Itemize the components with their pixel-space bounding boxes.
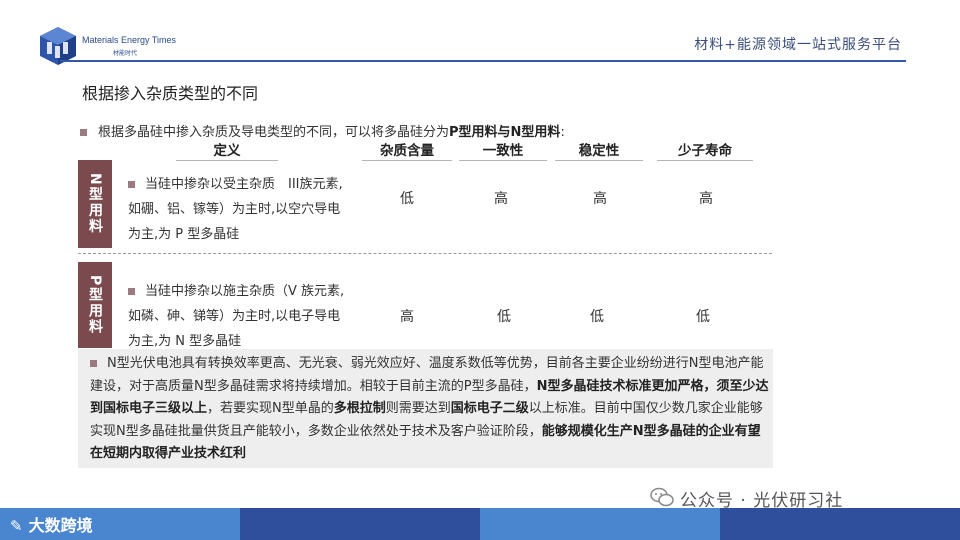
footer-brand: ✎ 大数跨境 [10,512,93,536]
wechat-icon [650,487,674,507]
table-cell: 低 [497,309,511,325]
table-cell: 高 [494,191,508,207]
bullet-square-icon [90,360,97,367]
header-definition: 定义 [213,143,241,159]
table-cell: 低 [400,191,414,207]
header-consistency: 一致性 [482,143,524,159]
bullet-square-icon [128,181,135,188]
header-underline [555,160,643,161]
header-underline [657,160,753,161]
logo-chinese-text: 材能时代 [113,50,138,57]
intro-line: 根据多晶硅中掺入杂质及导电类型的不同，可以将多晶硅分为P型用料与N型用料: [80,121,565,140]
brand-mark-icon: ✎ [10,517,23,535]
header-impurity: 杂质含量 [380,143,434,159]
table-cell: 低 [696,309,710,325]
table-cell: 高 [593,191,607,207]
row-definition: 当硅中掺杂以受主杂质 III族元素,如硼、铝、镓等）为主时,以空穴导电为主,为 … [128,172,353,247]
row-separator [78,253,772,254]
row-definition-text: 当硅中掺杂以施主杂质（V 族元素,如磷、砷、锑等）为主时,以电子导电为主,为 N… [128,284,345,349]
header-stability: 稳定性 [578,143,620,159]
table-cell: 高 [699,191,713,207]
platform-slogan: 材料+能源领域一站式服务平台 [694,37,902,53]
header-divider [60,60,906,62]
intro-prefix: 根据多晶硅中掺入杂质及导电类型的不同，可以将多晶硅分为 [98,125,450,140]
row-definition-text: 当硅中掺杂以受主杂质 III族元素,如硼、铝、镓等）为主时,以空穴导电为主,为 … [128,177,343,242]
row-tag-n-type: N型用料 [78,160,112,248]
table-cell: 低 [590,309,604,325]
footer-brand-text: 大数跨境 [28,516,93,535]
footer-bar-segment [480,508,720,540]
intro-suffix: : [560,125,565,140]
header-lifetime: 少子寿命 [678,143,732,159]
header-underline [176,160,278,161]
footer-bar-segment [720,508,960,540]
row-tag-p-type: P型用料 [78,262,112,348]
logo-english-text: Materials Energy Times [82,35,177,45]
summary-bold: 多根拉制 [333,401,386,416]
bullet-square-icon [80,129,87,136]
table-cell: 高 [400,309,414,325]
summary-segment: 则需要达到 [385,401,451,416]
header-underline [459,160,547,161]
summary-bold: 国标电子二级 [450,401,529,416]
summary-text: N型光伏电池具有转换效率更高、无光衰、弱光效应好、温度系数低等优势，目前各主要企… [90,353,770,466]
bullet-square-icon [128,288,135,295]
summary-segment: ，若要实现N型单晶的 [207,401,334,416]
intro-bold: P型用料与N型用料 [449,125,561,140]
page-title: 根据掺入杂质类型的不同 [82,84,259,103]
footer-bar-segment [240,508,480,540]
header-underline [362,160,452,161]
row-definition: 当硅中掺杂以施主杂质（V 族元素,如磷、砷、锑等）为主时,以电子导电为主,为 N… [128,279,353,354]
